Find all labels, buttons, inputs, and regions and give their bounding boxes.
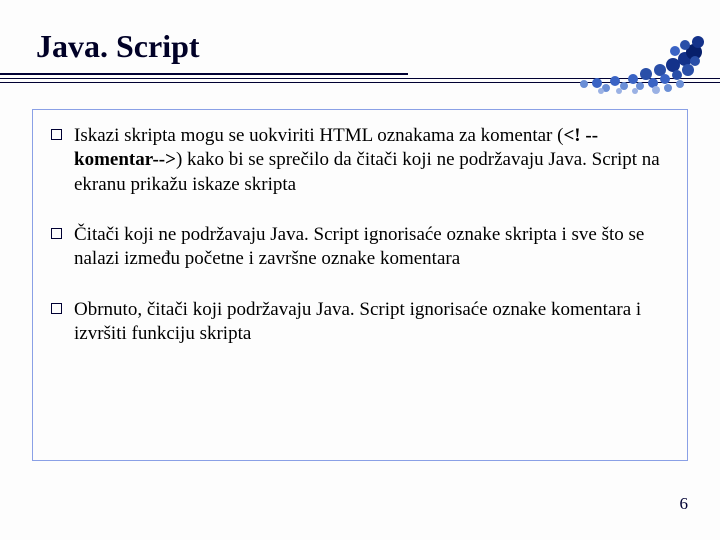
bullet-square-icon	[51, 303, 62, 314]
slide: Java. Script Iskazi skripta mogu se uokv…	[0, 0, 720, 540]
deco-dot	[580, 80, 588, 88]
bullet-text-pre: Iskazi skripta mogu se uokviriti HTML oz…	[74, 125, 563, 146]
deco-dot	[652, 86, 660, 94]
content-box: Iskazi skripta mogu se uokviriti HTML oz…	[32, 109, 688, 461]
bullet-text: Čitači koji ne podržavaju Java. Script i…	[74, 223, 669, 272]
bullet-square-icon	[51, 129, 62, 140]
deco-dot	[670, 46, 680, 56]
deco-dot	[610, 76, 620, 86]
deco-dot	[676, 80, 684, 88]
rule-thick	[0, 73, 408, 75]
deco-dot	[692, 36, 704, 48]
bullet-item: Obrnuto, čitači koji podržavaju Java. Sc…	[51, 298, 669, 347]
bullet-text: Obrnuto, čitači koji podržavaju Java. Sc…	[74, 298, 669, 347]
deco-dot	[664, 84, 672, 92]
decorative-dots	[580, 34, 698, 94]
deco-dot	[672, 70, 682, 80]
deco-dot	[592, 78, 602, 88]
bullet-text: Iskazi skripta mogu se uokviriti HTML oz…	[74, 124, 669, 197]
deco-dot	[680, 40, 690, 50]
deco-dot	[616, 88, 622, 94]
page-number: 6	[680, 494, 689, 514]
bullet-square-icon	[51, 228, 62, 239]
deco-dot	[632, 88, 638, 94]
deco-dot	[690, 56, 700, 66]
deco-dot	[682, 64, 694, 76]
deco-dot	[660, 74, 670, 84]
bullet-item: Čitači koji ne podržavaju Java. Script i…	[51, 223, 669, 272]
deco-dot	[598, 88, 604, 94]
bullet-item: Iskazi skripta mogu se uokviriti HTML oz…	[51, 124, 669, 197]
